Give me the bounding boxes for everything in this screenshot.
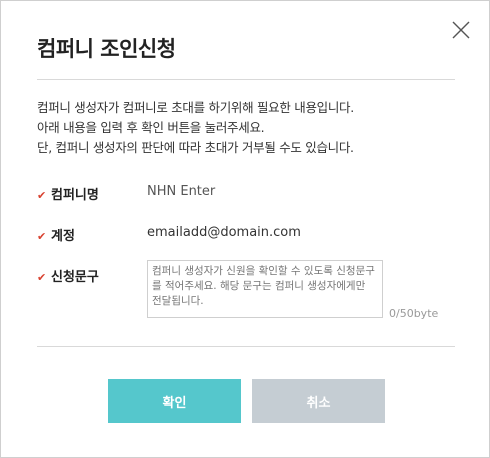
request-message-input[interactable] [147, 260, 383, 318]
description-line: 컴퍼니 생성자가 컴퍼니로 초대를 하기위해 필요한 내용입니다. [37, 100, 354, 115]
footer-divider [37, 346, 455, 347]
dialog-description: 컴퍼니 생성자가 컴퍼니로 초대를 하기위해 필요한 내용입니다. 아래 내용을… [37, 98, 354, 158]
confirm-button[interactable]: 확인 [108, 379, 241, 423]
join-request-dialog: 컴퍼니 조인신청 컴퍼니 생성자가 컴퍼니로 초대를 하기위해 필요한 내용입니… [0, 0, 490, 458]
close-button[interactable] [450, 19, 472, 41]
byte-counter: 0/50byte [389, 307, 439, 320]
company-value: NHN Enter [147, 184, 216, 199]
dialog-title: 컴퍼니 조인신청 [37, 37, 176, 61]
description-line: 단, 컴퍼니 생성자의 판단에 따라 초대가 거부될 수도 있습니다. [37, 140, 354, 155]
cancel-button[interactable]: 취소 [252, 379, 385, 423]
account-label: 계정 [51, 229, 75, 244]
description-line: 아래 내용을 입력 후 확인 버튼을 눌러주세요. [37, 120, 265, 135]
message-label: 신청문구 [51, 270, 99, 285]
check-icon: ✔ [37, 271, 47, 284]
company-label: 컴퍼니명 [51, 188, 99, 203]
account-value: emailadd@domain.com [147, 225, 301, 240]
header-divider [37, 79, 455, 80]
check-icon: ✔ [37, 230, 47, 243]
close-icon [452, 21, 470, 39]
check-icon: ✔ [37, 189, 47, 202]
